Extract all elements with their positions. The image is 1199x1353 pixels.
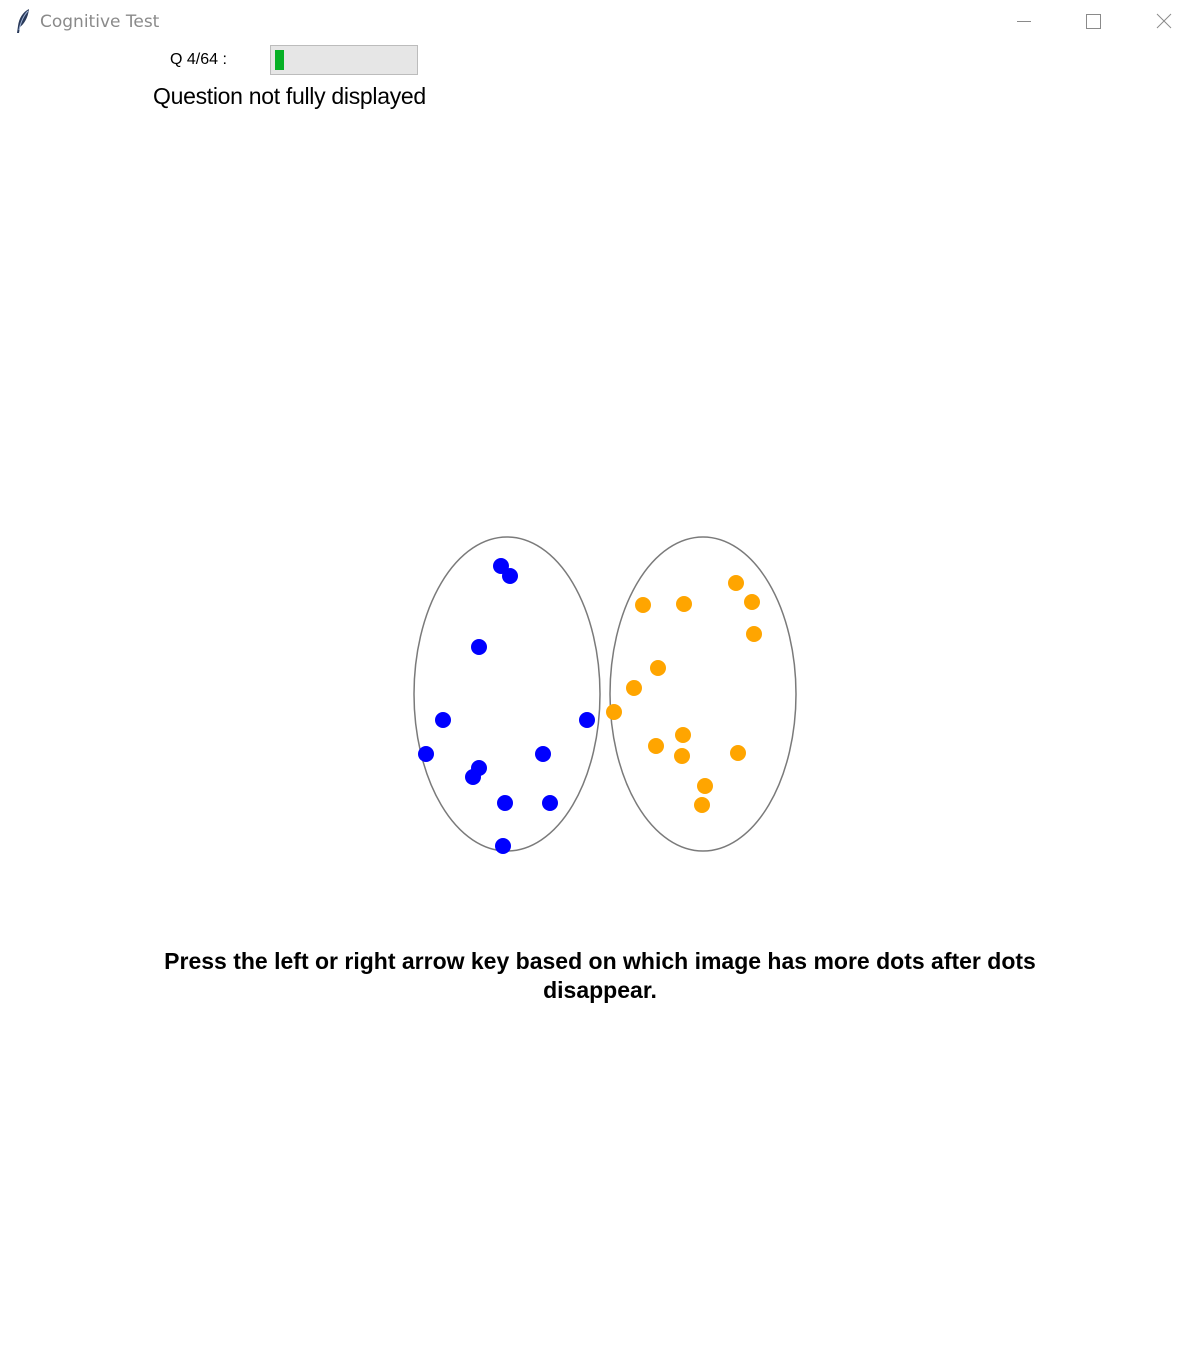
right-dot [746, 626, 762, 642]
left-dot [418, 746, 434, 762]
left-dot [495, 838, 511, 854]
right-dot [728, 575, 744, 591]
left-dot [471, 639, 487, 655]
right-dot [694, 797, 710, 813]
right-dot [648, 738, 664, 754]
dot-stimulus [413, 536, 797, 854]
right-dot [606, 704, 622, 720]
right-dot [635, 597, 651, 613]
left-dot [502, 568, 518, 584]
right-dot [675, 727, 691, 743]
right-dot [744, 594, 760, 610]
right-dot [650, 660, 666, 676]
left-dot [535, 746, 551, 762]
right-dot [697, 778, 713, 794]
right-dot [626, 680, 642, 696]
left-dot [579, 712, 595, 728]
left-dot [465, 769, 481, 785]
left-dot [435, 712, 451, 728]
right-dot [730, 745, 746, 761]
left-dot [497, 795, 513, 811]
instruction-text: Press the left or right arrow key based … [164, 948, 1036, 1003]
right-dot [676, 596, 692, 612]
left-dot [542, 795, 558, 811]
right-dot [674, 748, 690, 764]
right-dot-group [606, 575, 762, 813]
